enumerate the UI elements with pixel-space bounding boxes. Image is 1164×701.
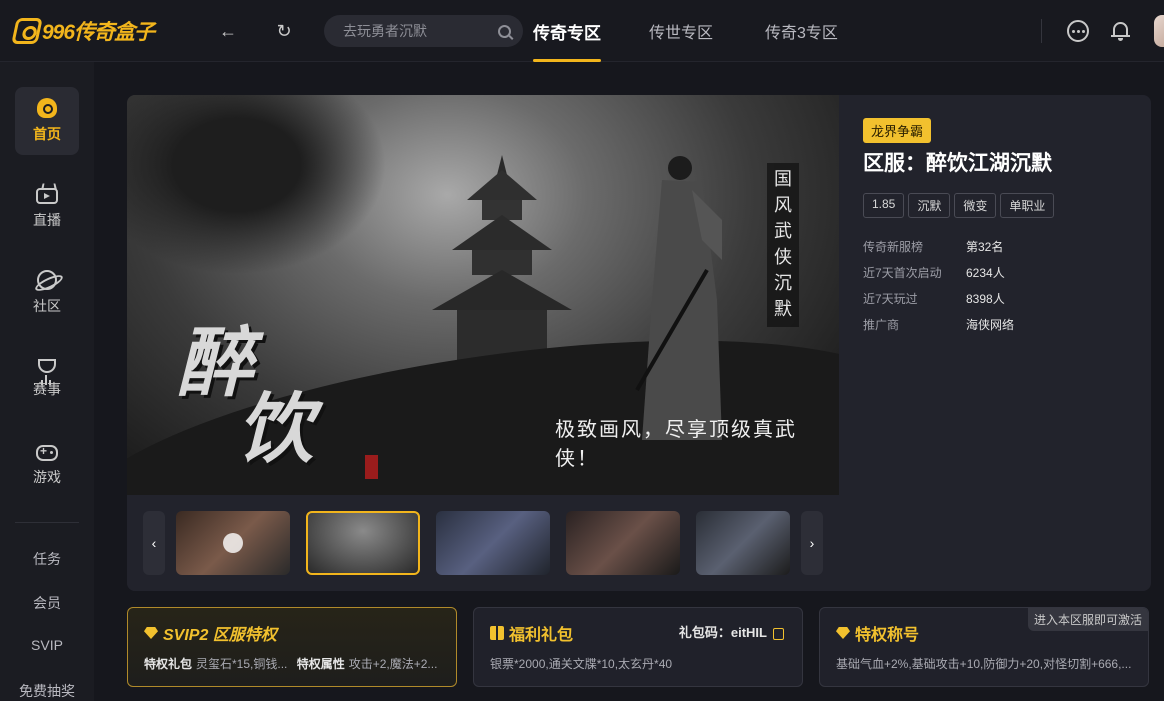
tag: 微变 <box>954 193 997 218</box>
stat-row: 近7天玩过 8398人 <box>863 292 1005 306</box>
tab-chuanshi[interactable]: 传世专区 <box>649 19 713 62</box>
banner-calligraphy: 醉饮 <box>177 318 313 473</box>
activate-hint: 进入本区服即可激活 <box>1027 608 1148 631</box>
chevron-right-icon: › <box>809 535 815 551</box>
arrow-left-icon: ← <box>219 20 237 41</box>
stat-row: 传奇新服榜 第32名 <box>863 240 1004 254</box>
featured-server-panel: 醉饮 国风武侠沉默 极致画风，尽享顶级真武侠！ ‹ › 龙界争霸 区服：醉饮江湖… <box>127 95 1151 591</box>
sidebar-item-live[interactable]: 直播 <box>15 173 79 241</box>
gift-card-details: 银票*2000,通关文牒*10,太玄丹*40 <box>490 657 673 671</box>
back-button[interactable]: ← <box>217 20 239 42</box>
carousel-next-button[interactable]: › <box>801 511 823 575</box>
carousel-prev-button[interactable]: ‹ <box>143 511 165 575</box>
copy-icon[interactable] <box>773 627 784 640</box>
chat-icon[interactable] <box>1067 20 1089 42</box>
tab-chuanqi3[interactable]: 传奇3专区 <box>765 19 838 62</box>
play-icon <box>223 533 243 553</box>
logo-text: 996传奇盒子 <box>42 21 155 44</box>
tab-chuanqi[interactable]: 传奇专区 <box>533 19 601 62</box>
swordsman-illustration <box>635 156 722 440</box>
sidebar-divider <box>15 522 79 523</box>
server-badge: 龙界争霸 <box>863 118 932 143</box>
sidebar-item-label: 首页 <box>33 126 61 142</box>
planet-icon <box>37 270 57 290</box>
gift-code: 礼包码：eitHIL <box>679 622 784 641</box>
gift-card-title: 福利礼包 <box>490 621 573 645</box>
thumbnail-1[interactable] <box>306 511 420 575</box>
tag: 沉默 <box>908 193 951 218</box>
bell-icon[interactable] <box>1110 20 1132 42</box>
stat-row: 近7天首次启动 6234人 <box>863 266 1005 280</box>
server-tags: 1.85 沉默 微变 单职业 <box>863 193 1055 218</box>
svip-card-title: SVIP2 区服特权 <box>144 621 277 645</box>
chevron-left-icon: ‹ <box>151 535 157 551</box>
app-logo[interactable]: 996传奇盒子 <box>11 15 155 47</box>
gift-icon <box>490 626 504 640</box>
sidebar-link-svip[interactable]: SVIP <box>0 637 94 653</box>
sidebar-link-lottery[interactable]: 免费抽奖 <box>0 681 94 701</box>
thumbnail-video[interactable] <box>176 511 290 575</box>
sidebar-item-home[interactable]: 首页 <box>15 87 79 155</box>
server-title: 区服：醉饮江湖沉默 <box>863 152 1052 175</box>
sidebar-item-label: 直播 <box>33 212 61 228</box>
svip-card-details: 特权礼包 灵玺石*15,铜钱... 特权属性 攻击+2,魔法+2... <box>144 657 438 671</box>
seal-stamp <box>365 455 378 479</box>
search-box <box>324 15 523 47</box>
tv-icon <box>36 188 58 204</box>
gamepad-icon <box>36 444 58 461</box>
thumbnail-3[interactable] <box>566 511 680 575</box>
divider <box>1041 19 1042 43</box>
title-card-title: 特权称号 <box>836 621 919 645</box>
tag: 1.85 <box>863 193 905 218</box>
banner-image[interactable]: 醉饮 国风武侠沉默 极致画风，尽享顶级真武侠！ <box>127 95 839 495</box>
sidebar-item-community[interactable]: 社区 <box>15 259 79 327</box>
search-icon[interactable] <box>498 24 511 38</box>
sidebar-link-tasks[interactable]: 任务 <box>0 549 94 569</box>
sidebar-item-events[interactable]: 赛事 <box>15 345 79 413</box>
refresh-button[interactable]: ↻ <box>273 20 295 42</box>
server-info: 龙界争霸 区服：醉饮江湖沉默 1.85 沉默 微变 单职业 传奇新服榜 第32名 … <box>839 95 1151 591</box>
server-stats: 传奇新服榜 第32名 近7天首次启动 6234人 近7天玩过 8398人 推广商 海侠网… <box>863 238 1014 342</box>
thumbnail-4[interactable] <box>696 511 790 575</box>
logo-mark-icon <box>11 18 43 44</box>
sidebar-item-label: 游戏 <box>33 469 61 485</box>
sidebar-item-label: 社区 <box>33 298 61 314</box>
svip-privilege-card[interactable]: SVIP2 区服特权 特权礼包 灵玺石*15,铜钱... 特权属性 攻击+2,魔法+… <box>127 607 457 687</box>
stat-row: 推广商 海侠网络 <box>863 318 1015 332</box>
diamond-icon <box>144 627 158 639</box>
trophy-icon <box>38 359 56 380</box>
thumbnail-carousel: ‹ › <box>127 495 839 591</box>
sidebar-link-member[interactable]: 会员 <box>0 593 94 613</box>
top-bar: 996传奇盒子 ← ↻ 传奇专区 传世专区 传奇3专区 <box>0 0 1164 62</box>
title-privilege-card[interactable]: 进入本区服即可激活 特权称号 基础气血+2%,基础攻击+10,防御力+20,对怪… <box>819 607 1149 687</box>
banner-slogan: 极致画风，尽享顶级真武侠！ <box>555 417 797 470</box>
tag: 单职业 <box>1000 193 1055 218</box>
sidebar-item-label: 赛事 <box>33 381 61 397</box>
refresh-icon: ↻ <box>276 20 292 41</box>
avatar[interactable] <box>1154 15 1164 47</box>
banner-vertical-text: 国风武侠沉默 <box>767 163 799 327</box>
title-card-details: 基础气血+2%,基础攻击+10,防御力+20,对怪切割+666,... <box>836 657 1132 671</box>
sidebar: 首页 直播 社区 赛事 游戏 任务 会员 SVIP 免费抽奖 <box>0 62 94 701</box>
sidebar-item-games[interactable]: 游戏 <box>15 431 79 499</box>
diamond-icon <box>836 627 850 639</box>
home-icon <box>37 98 57 118</box>
gift-pack-card[interactable]: 福利礼包 礼包码：eitHIL 银票*2000,通关文牒*10,太玄丹*40 <box>473 607 803 687</box>
thumbnail-2[interactable] <box>436 511 550 575</box>
search-input[interactable] <box>341 22 491 40</box>
